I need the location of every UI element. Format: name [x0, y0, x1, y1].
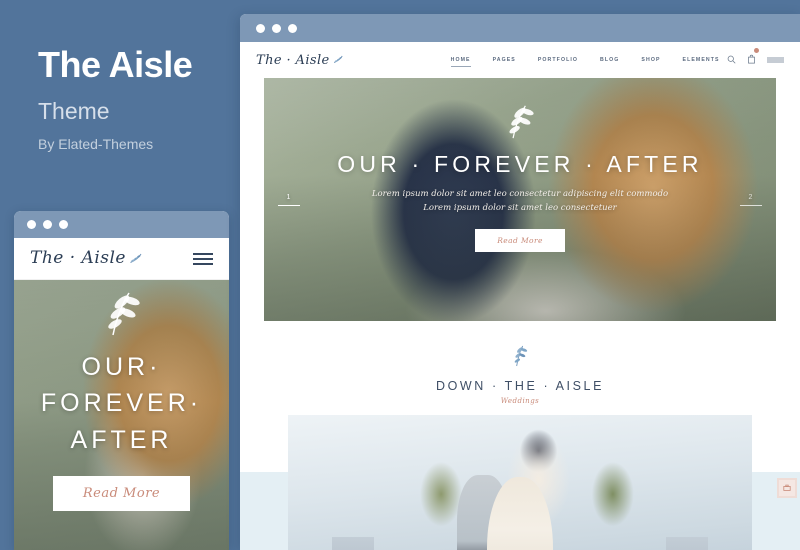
phone-hero-image: OUR· FOREVER· AFTER Read More [14, 280, 229, 550]
hero-read-more-button[interactable]: Read More [475, 229, 565, 253]
widget-icon[interactable] [777, 478, 797, 498]
window-dot-yellow[interactable] [272, 23, 281, 33]
search-icon[interactable] [727, 51, 736, 69]
phone-hero-line-1: OUR· [81, 353, 162, 381]
window-dot-green[interactable] [288, 23, 297, 33]
menu-item-home[interactable]: HOME [450, 57, 471, 67]
browser-mockup: The · Aisle HOME PAGES PORTFOLIO BLOG SH… [240, 14, 800, 550]
window-dot-red[interactable] [256, 23, 265, 33]
slider-next-number: 2 [748, 193, 754, 201]
section-title: DOWN · THE · AISLE [435, 379, 605, 393]
slider-prev-bar [278, 204, 300, 206]
leaf-branch-icon [107, 292, 140, 336]
phone-mockup: The · Aisle OUR· FOREVER· AFTER Read Mor… [14, 211, 229, 550]
window-dot-yellow[interactable] [43, 220, 52, 229]
phone-read-more-button[interactable]: Read More [52, 475, 191, 511]
phone-navbar: The · Aisle [14, 238, 229, 280]
leaf-branch-icon [333, 53, 343, 68]
phone-logo-text: The · Aisle [30, 248, 126, 269]
side-area-icon[interactable] [767, 57, 784, 63]
menu-item-blog[interactable]: BLOG [600, 57, 619, 63]
menu-item-pages[interactable]: PAGES [493, 57, 516, 63]
slider-next-control[interactable]: 2 [740, 194, 762, 206]
section-heading: DOWN · THE · AISLE Weddings [240, 321, 800, 415]
phone-hero-line-3: AFTER [70, 425, 173, 454]
slider-prev-control[interactable]: 1 [278, 194, 300, 206]
site-navbar: The · Aisle HOME PAGES PORTFOLIO BLOG SH… [240, 42, 800, 78]
browser-titlebar [240, 14, 800, 42]
main-menu: HOME PAGES PORTFOLIO BLOG SHOP ELEMENTS [450, 57, 720, 67]
shopping-bag-icon[interactable] [747, 48, 759, 69]
menu-item-portfolio[interactable]: PORTFOLIO [538, 57, 578, 63]
slider-prev-number: 1 [286, 193, 292, 201]
promo-author: By Elated-Themes [38, 136, 154, 152]
pedestal-left [332, 537, 374, 550]
cart-count-badge [754, 48, 759, 53]
hero-subtitle-line-2: Lorem ipsum dolor sit amet leo consectet… [423, 203, 617, 214]
hero-subtitle: Lorem ipsum dolor sit amet leo consectet… [264, 187, 776, 215]
window-dot-green[interactable] [59, 220, 68, 229]
hero-slider: 1 2 OUR · FOREVER · AFTER Lorem ipsum do… [264, 78, 776, 321]
promo-title: The Aisle [38, 44, 193, 85]
site-logo-text: The · Aisle [256, 52, 330, 68]
phone-titlebar [14, 211, 229, 238]
showcase-image [288, 415, 752, 550]
hero-subtitle-line-1: Lorem ipsum dolor sit amet leo consectet… [371, 189, 669, 199]
hamburger-menu-icon[interactable] [193, 252, 213, 265]
slider-next-bar [740, 204, 762, 206]
promo-subtitle: Theme [38, 98, 110, 124]
window-dot-red[interactable] [27, 220, 36, 229]
section-tagline: Weddings [500, 397, 540, 405]
showcase-section [240, 415, 800, 550]
promo-panel: The Aisle Theme By Elated-Themes The · A… [0, 0, 240, 550]
leaf-branch-icon [129, 249, 142, 269]
leaf-branch-icon [514, 345, 528, 367]
menu-item-shop[interactable]: SHOP [641, 57, 660, 63]
phone-site-logo[interactable]: The · Aisle [30, 248, 142, 269]
site-logo[interactable]: The · Aisle [256, 53, 343, 68]
nav-icons [727, 48, 784, 69]
leaf-branch-icon [509, 105, 534, 139]
pedestal-right [666, 537, 708, 550]
menu-item-elements[interactable]: ELEMENTS [683, 57, 720, 63]
hero-title: OUR · FOREVER · AFTER [337, 151, 703, 177]
phone-hero-title: OUR· FOREVER· AFTER [14, 349, 229, 458]
phone-hero-line-2: FOREVER· [40, 389, 203, 418]
